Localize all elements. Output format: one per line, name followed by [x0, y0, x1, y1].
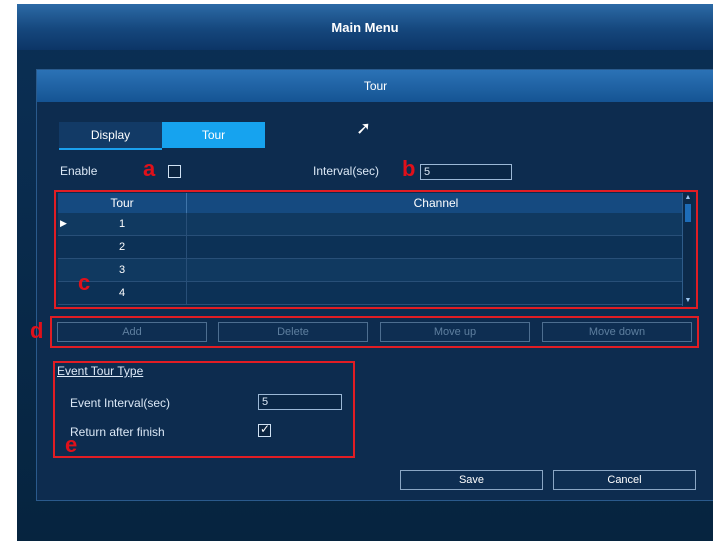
interval-label: Interval(sec): [313, 164, 380, 178]
delete-button[interactable]: Delete: [218, 322, 368, 342]
event-tour-section-title: Event Tour Type: [57, 364, 144, 378]
event-interval-input[interactable]: 5: [258, 394, 342, 410]
move-up-button[interactable]: Move up: [380, 322, 530, 342]
window-title: Main Menu: [17, 4, 713, 50]
tab-tour[interactable]: Tour: [162, 122, 265, 148]
enable-label: Enable: [60, 164, 98, 178]
marker-d: d: [30, 318, 44, 343]
highlight-box-table: [54, 190, 698, 309]
move-down-button[interactable]: Move down: [542, 322, 692, 342]
marker-a: a: [143, 156, 156, 181]
dialog-title: Tour: [37, 70, 713, 102]
marker-b: b: [402, 156, 416, 181]
enable-checkbox[interactable]: [168, 165, 181, 178]
return-after-finish-checkbox[interactable]: [258, 422, 271, 437]
tab-display[interactable]: Display: [59, 122, 162, 150]
tab-bar: Display Tour: [59, 122, 265, 150]
interval-input[interactable]: 5: [420, 164, 512, 180]
marker-e: e: [65, 432, 78, 457]
marker-c: c: [78, 270, 91, 295]
cancel-button[interactable]: Cancel: [553, 470, 696, 490]
event-interval-label: Event Interval(sec): [70, 396, 171, 410]
add-button[interactable]: Add: [57, 322, 207, 342]
save-button[interactable]: Save: [400, 470, 543, 490]
mouse-pointer-icon: ➚: [356, 118, 372, 138]
return-after-finish-label: Return after finish: [70, 425, 165, 439]
